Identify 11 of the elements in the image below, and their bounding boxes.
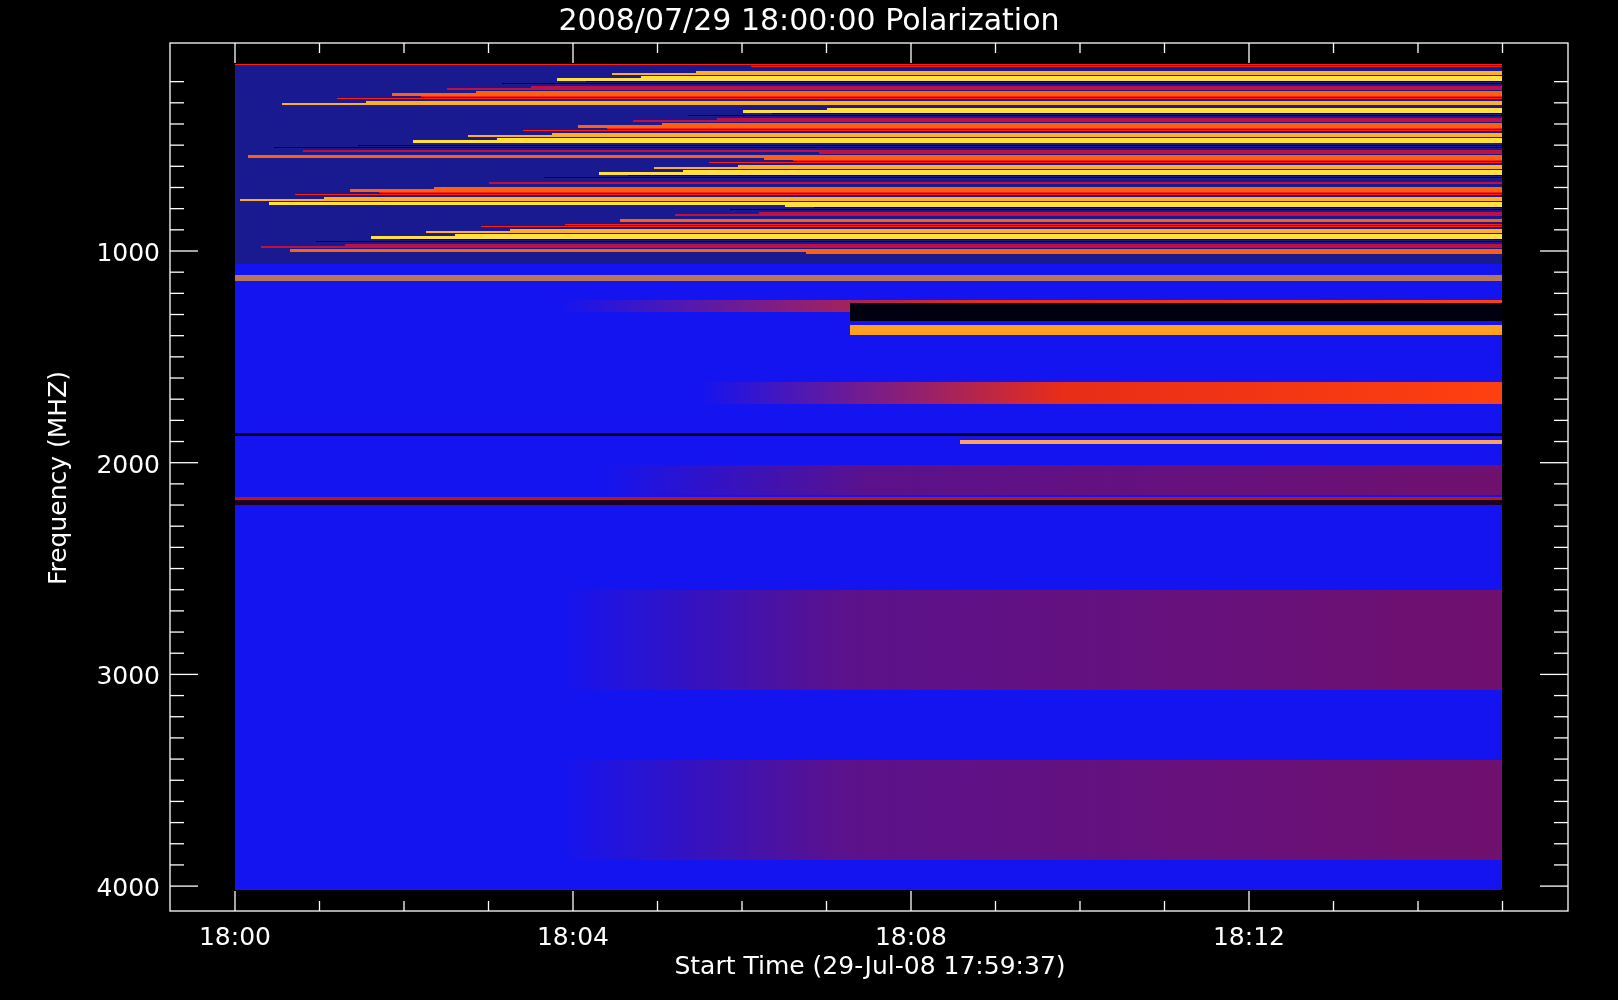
y-tick-label: 4000 — [96, 873, 160, 903]
y-tick-label: 2000 — [96, 449, 160, 479]
x-tick-label: 18:12 — [1213, 922, 1285, 951]
x-axis-label: Start Time (29-Jul-08 17:59:37) — [674, 951, 1066, 980]
x-tick-label: 18:04 — [537, 922, 609, 951]
x-tick-label: 18:08 — [875, 922, 947, 951]
y-tick-label: 3000 — [96, 661, 160, 691]
y-tick-label: 1000 — [96, 238, 160, 267]
y-axis-label: Frequency (MHZ) — [43, 370, 72, 586]
x-tick-label: 18:00 — [199, 922, 271, 951]
chart-title: 2008/07/29 18:00:00 Polarization — [558, 2, 1060, 37]
